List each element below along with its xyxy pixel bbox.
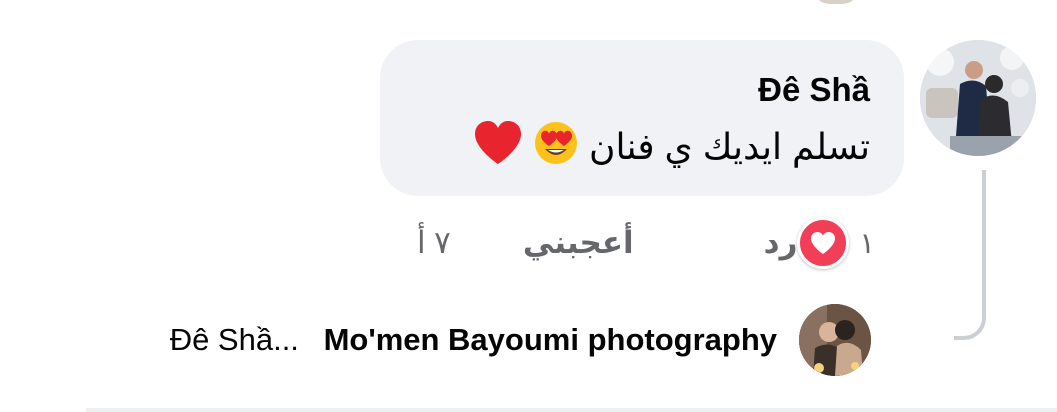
reply-snippet: Đê Shầ...: [169, 322, 299, 357]
comment-bubble[interactable]: Đê Shầ تسلم ايديك ي فنان: [380, 40, 904, 196]
next-item-divider: [86, 408, 1057, 412]
heart-eyes-emoji-icon: [533, 120, 579, 179]
reply-author-avatar[interactable]: [799, 304, 871, 376]
red-heart-emoji-icon: [473, 120, 523, 179]
love-reaction-icon: [797, 217, 850, 269]
reply-preview[interactable]: Đê Shầ... Mo'men Bayoumi photography: [170, 304, 871, 376]
reply-preview-text: Đê Shầ... Mo'men Bayoumi photography: [170, 322, 777, 358]
reply-author-name[interactable]: Mo'men Bayoumi photography: [324, 322, 777, 357]
comment-body: تسلم ايديك ي فنان: [414, 120, 870, 179]
like-button[interactable]: أعجبني: [523, 225, 634, 261]
reply-button[interactable]: رد: [764, 225, 798, 261]
previous-comment-avatar-edge: [812, 0, 860, 4]
comment-timestamp[interactable]: ٧ أ: [417, 225, 451, 261]
reaction-count: ١: [859, 227, 875, 260]
comment-author-name[interactable]: Đê Shầ: [414, 70, 870, 110]
reply-thread-connector: [954, 170, 986, 340]
comment-text: تسلم ايديك ي فنان: [589, 126, 870, 168]
reaction-summary[interactable]: ١: [797, 217, 875, 269]
comment-actions-bar: ٧ أ أعجبني رد ١: [339, 217, 875, 269]
comment-thread: Đê Shầ تسلم ايديك ي فنان ٧ أ أعجبني رد ١…: [0, 0, 1057, 412]
commenter-avatar[interactable]: [920, 40, 1036, 156]
